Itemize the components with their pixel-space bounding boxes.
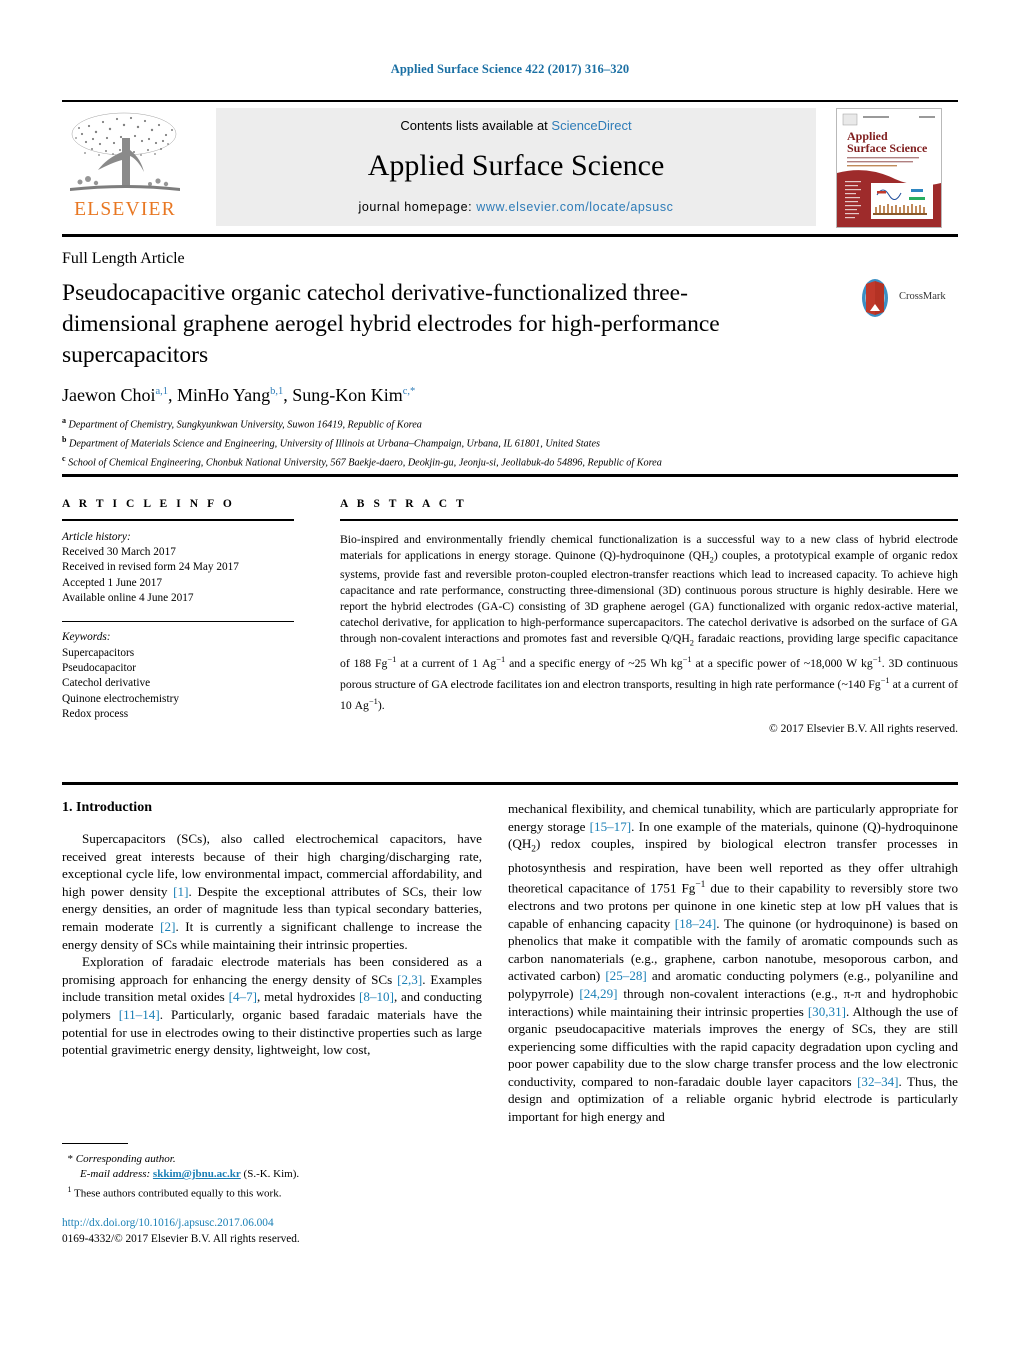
- page-footer: http://dx.doi.org/10.1016/j.apsusc.2017.…: [62, 1216, 482, 1247]
- body-divider: [62, 782, 958, 785]
- elsevier-wordmark: ELSEVIER: [74, 199, 176, 220]
- footnote-corresponding-text: Corresponding author.: [75, 1153, 176, 1165]
- issn-copyright-line: 0169-4332/© 2017 Elsevier B.V. All right…: [62, 1232, 300, 1245]
- footnote-email: E-mail address: skkim@jbnu.ac.kr (S.-K. …: [62, 1167, 482, 1182]
- author-marks-2: b,1: [270, 386, 284, 397]
- citation-ref[interactable]: [4–7]: [229, 989, 257, 1004]
- abstract-body: Bio-inspired and environmentally friendl…: [340, 532, 959, 712]
- abstract-rule: [340, 519, 958, 521]
- history-item: Accepted 1 June 2017: [62, 576, 163, 589]
- journal-cover-image: Applied Surface Science: [837, 109, 941, 227]
- email-owner: (S.-K. Kim).: [243, 1168, 300, 1181]
- keyword-item: Quinone electrochemistry: [62, 692, 180, 705]
- author-name-1: Jaewon Choi: [62, 385, 156, 405]
- affiliation-text-c: School of Chemical Engineering, Chonbuk …: [68, 457, 662, 469]
- elsevier-tree-icon: [70, 112, 180, 191]
- author-name-3: Sung-Kon Kim: [292, 385, 403, 405]
- article-history-label: Article history:: [62, 530, 131, 543]
- doi-link[interactable]: http://dx.doi.org/10.1016/j.apsusc.2017.…: [62, 1216, 482, 1232]
- affiliation-list: a Department of Chemistry, Sungkyunkwan …: [62, 414, 922, 471]
- footnote-marker-star: *: [67, 1153, 74, 1165]
- journal-cover-thumbnail: Applied Surface Science: [836, 108, 942, 228]
- section-heading-introduction: 1. Introduction: [62, 800, 152, 815]
- homepage-prefix: journal homepage:: [358, 200, 477, 214]
- journal-homepage-link[interactable]: www.elsevier.com/locate/apsusc: [476, 200, 673, 214]
- affiliation-text-a: Department of Chemistry, Sungkyunkwan Un…: [68, 419, 422, 431]
- citation-ref[interactable]: [2,3]: [397, 972, 422, 987]
- citation-ref[interactable]: [24,29]: [579, 986, 617, 1001]
- citation-ref[interactable]: [2]: [160, 919, 175, 934]
- affiliation-mark-a: a: [62, 416, 66, 425]
- page-title: Pseudocapacitive organic catechol deriva…: [62, 280, 720, 368]
- footnotes-block: * Corresponding author. E-mail address: …: [62, 1152, 482, 1202]
- running-head: Applied Surface Science 422 (2017) 316–3…: [390, 62, 630, 76]
- contents-available-line: Contents lists available at ScienceDirec…: [216, 108, 816, 133]
- author-name-2: MinHo Yang: [177, 385, 271, 405]
- citation-ref[interactable]: [11–14]: [119, 1007, 160, 1022]
- citation-ref[interactable]: [18–24]: [675, 916, 716, 931]
- citation-ref[interactable]: [15–17]: [590, 819, 631, 834]
- paragraph: Exploration of faradaic electrode materi…: [62, 954, 482, 1058]
- paragraph: mechanical flexibility, and chemical tun…: [508, 801, 959, 1125]
- paper-page: Applied Surface Science 422 (2017) 316–3…: [0, 0, 1020, 1351]
- article-info-rule: [62, 519, 294, 521]
- abstract-copyright: © 2017 Elsevier B.V. All rights reserved…: [769, 722, 958, 735]
- abstract-heading: A B S T R A C T: [340, 498, 467, 510]
- author-marks-1: a,1: [155, 386, 169, 397]
- header-divider: [62, 474, 958, 477]
- keywords-label: Keywords:: [62, 631, 111, 644]
- author-marks-3: c,*: [402, 386, 416, 397]
- citation-ref[interactable]: [8–10]: [359, 989, 394, 1004]
- affiliation-item: a Department of Chemistry, Sungkyunkwan …: [62, 414, 922, 433]
- footnote-corresponding: * Corresponding author.: [62, 1152, 482, 1167]
- footnote-divider: [62, 1143, 128, 1145]
- crossmark-badge[interactable]: CrossMark: [855, 277, 955, 323]
- keyword-item: Pseudocapacitor: [62, 662, 137, 675]
- article-type-label: Full Length Article: [62, 250, 185, 267]
- citation-ref[interactable]: [32–34]: [857, 1074, 898, 1089]
- keywords-block: Keywords: Supercapacitors Pseudocapacito…: [62, 630, 294, 722]
- affiliation-text-b: Department of Materials Science and Engi…: [69, 438, 600, 450]
- keyword-item: Redox process: [62, 708, 129, 721]
- affiliation-mark-c: c: [62, 453, 66, 463]
- affiliation-mark-b: b: [62, 434, 67, 444]
- author-list: Jaewon Choia,1, MinHo Yangb,1, Sung-Kon …: [62, 385, 416, 405]
- keywords-rule: [62, 620, 294, 623]
- body-column-left: 1. Introduction Supercapacitors (SCs), a…: [62, 800, 482, 1059]
- elsevier-logo: ELSEVIER: [62, 108, 188, 226]
- email-link[interactable]: skkim@jbnu.ac.kr: [153, 1168, 241, 1180]
- history-item: Received in revised form 24 May 2017: [62, 561, 239, 574]
- citation-ref[interactable]: [1]: [173, 884, 188, 899]
- crossmark-label: CrossMark: [899, 291, 946, 302]
- masthead-top-rule: [62, 100, 958, 102]
- journal-title: Applied Surface Science: [367, 149, 665, 182]
- article-history-block: Article history: Received 30 March 2017 …: [62, 530, 294, 607]
- footnote-equal-contrib: 1 These authors contributed equally to t…: [62, 1182, 482, 1202]
- history-item: Available online 4 June 2017: [62, 592, 194, 605]
- keyword-item: Catechol derivative: [62, 677, 151, 690]
- journal-homepage-line: journal homepage: www.elsevier.com/locat…: [216, 200, 816, 214]
- citation-ref[interactable]: [30,31]: [808, 1004, 846, 1019]
- journal-banner: Contents lists available at ScienceDirec…: [216, 108, 816, 226]
- affiliation-item: b Department of Materials Science and En…: [62, 433, 922, 452]
- article-info-heading: A R T I C L E I N F O: [62, 498, 235, 510]
- footnote-equal-text: These authors contributed equally to thi…: [74, 1188, 282, 1201]
- crossmark-icon: [862, 279, 888, 317]
- footnote-marker-one: 1: [67, 1185, 72, 1195]
- article-info-section: A R T I C L E I N F O Article history: R…: [62, 498, 294, 723]
- body-column-right: mechanical flexibility, and chemical tun…: [508, 800, 958, 1126]
- history-item: Received 30 March 2017: [62, 546, 176, 558]
- abstract-section: A B S T R A C T Bio-inspired and environ…: [340, 498, 958, 735]
- paragraph: Supercapacitors (SCs), also called elect…: [62, 831, 482, 952]
- journal-masthead: ELSEVIER Contents lists available at Sci…: [62, 100, 958, 237]
- contents-prefix: Contents lists available at: [400, 118, 552, 133]
- masthead-bottom-rule: [62, 234, 958, 237]
- keyword-item: Supercapacitors: [62, 646, 135, 659]
- sciencedirect-link[interactable]: ScienceDirect: [551, 118, 631, 133]
- affiliation-item: c School of Chemical Engineering, Chonbu…: [62, 452, 922, 471]
- svg-text:Surface Science: Surface Science: [847, 141, 928, 155]
- citation-ref[interactable]: [25–28]: [605, 968, 646, 983]
- email-address-label: E-mail address:: [80, 1168, 151, 1181]
